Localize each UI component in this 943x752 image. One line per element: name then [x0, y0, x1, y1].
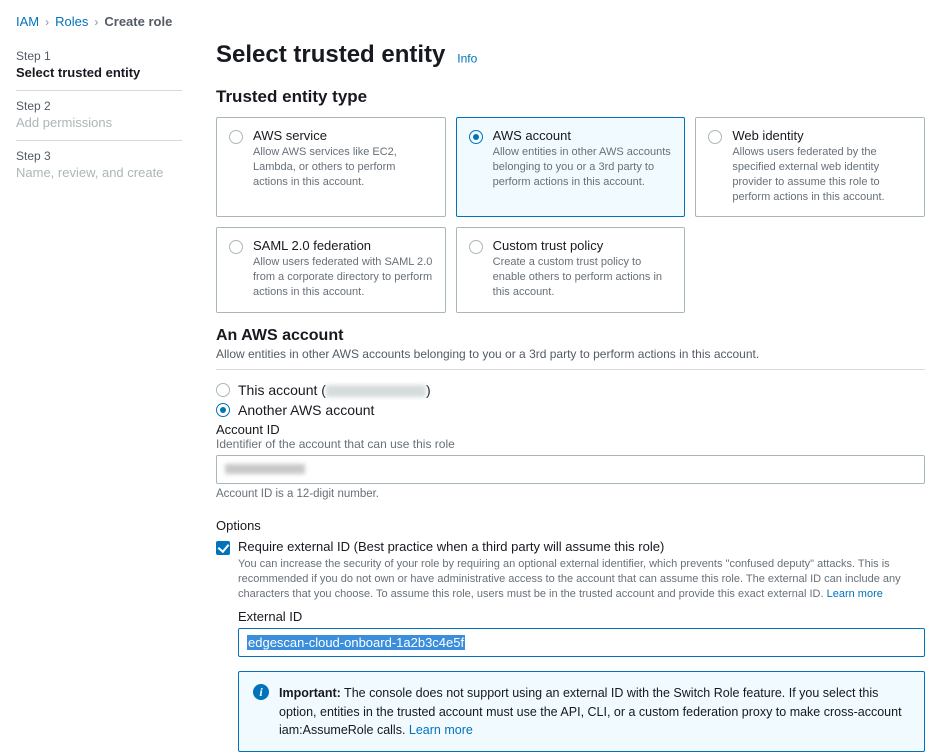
entity-card-title: AWS account: [493, 128, 673, 143]
learn-more-link[interactable]: Learn more: [409, 723, 473, 737]
chevron-right-icon: ›: [45, 15, 49, 29]
radio-this-account[interactable]: This account (): [216, 382, 925, 398]
redacted-input-value: [225, 464, 305, 474]
breadcrumb-current: Create role: [104, 14, 172, 29]
entity-card-desc: Allows users federated by the specified …: [732, 145, 912, 204]
radio-label: Another AWS account: [238, 402, 374, 418]
aws-account-heading: An AWS account: [216, 327, 925, 345]
entity-type-heading: Trusted entity type: [216, 87, 925, 107]
entity-card-title: Custom trust policy: [493, 238, 673, 253]
external-id-label: External ID: [238, 609, 925, 624]
checkbox-label: Require external ID (Best practice when …: [238, 539, 664, 554]
checkbox-icon: [216, 541, 230, 555]
wizard-step-title: Add permissions: [16, 115, 182, 130]
entity-card-desc: Allow users federated with SAML 2.0 from…: [253, 255, 433, 300]
entity-card-desc: Create a custom trust policy to enable o…: [493, 255, 673, 300]
radio-icon: [708, 130, 722, 144]
wizard-step-title: Name, review, and create: [16, 165, 182, 180]
entity-card-aws-service[interactable]: AWS service Allow AWS services like EC2,…: [216, 117, 446, 217]
page-title: Select trusted entity: [216, 41, 445, 69]
radio-icon: [229, 130, 243, 144]
wizard-step-num: Step 1: [16, 49, 182, 63]
aws-account-desc: Allow entities in other AWS accounts bel…: [216, 347, 925, 361]
radio-another-account[interactable]: Another AWS account: [216, 402, 925, 418]
radio-icon: [469, 240, 483, 254]
external-id-input[interactable]: edgescan-cloud-onboard-1a2b3c4e5f: [238, 628, 925, 657]
breadcrumb-roles[interactable]: Roles: [55, 14, 88, 29]
redacted-account-id: [326, 385, 426, 397]
chevron-right-icon: ›: [94, 15, 98, 29]
info-link[interactable]: Info: [457, 51, 477, 65]
radio-icon: [469, 130, 483, 144]
entity-card-title: AWS service: [253, 128, 433, 143]
entity-card-aws-account[interactable]: AWS account Allow entities in other AWS …: [456, 117, 686, 217]
account-id-label: Account ID: [216, 422, 925, 437]
wizard-step-num: Step 2: [16, 99, 182, 113]
info-alert: i Important: The console does not suppor…: [238, 671, 925, 751]
entity-card-custom-trust[interactable]: Custom trust policy Create a custom trus…: [456, 227, 686, 313]
info-alert-text: Important: The console does not support …: [279, 684, 910, 738]
entity-card-web-identity[interactable]: Web identity Allows users federated by t…: [695, 117, 925, 217]
entity-type-cards: AWS service Allow AWS services like EC2,…: [216, 117, 925, 313]
info-icon: i: [253, 684, 269, 700]
breadcrumb: IAM › Roles › Create role: [0, 0, 943, 37]
wizard-steps: Step 1 Select trusted entity Step 2 Add …: [0, 37, 182, 752]
entity-card-saml[interactable]: SAML 2.0 federation Allow users federate…: [216, 227, 446, 313]
main-content: Select trusted entity Info Trusted entit…: [182, 37, 943, 752]
account-id-hint: Identifier of the account that can use t…: [216, 437, 925, 451]
options-heading: Options: [216, 518, 925, 533]
radio-label: This account (): [238, 382, 431, 398]
radio-icon: [216, 383, 230, 397]
entity-card-title: Web identity: [732, 128, 912, 143]
account-id-input[interactable]: [216, 455, 925, 484]
wizard-step-1[interactable]: Step 1 Select trusted entity: [16, 41, 182, 91]
wizard-step-title: Select trusted entity: [16, 65, 182, 80]
checkbox-desc: You can increase the security of your ro…: [238, 557, 925, 602]
wizard-step-num: Step 3: [16, 149, 182, 163]
external-id-value: edgescan-cloud-onboard-1a2b3c4e5f: [247, 635, 465, 650]
wizard-step-2[interactable]: Step 2 Add permissions: [16, 91, 182, 141]
breadcrumb-iam[interactable]: IAM: [16, 14, 39, 29]
learn-more-link[interactable]: Learn more: [827, 588, 883, 600]
entity-card-title: SAML 2.0 federation: [253, 238, 433, 253]
account-id-below-hint: Account ID is a 12-digit number.: [216, 488, 925, 500]
radio-icon: [216, 403, 230, 417]
divider: [216, 369, 925, 370]
entity-card-desc: Allow AWS services like EC2, Lambda, or …: [253, 145, 433, 190]
wizard-step-3[interactable]: Step 3 Name, review, and create: [16, 141, 182, 190]
entity-card-desc: Allow entities in other AWS accounts bel…: [493, 145, 673, 190]
checkbox-require-external-id[interactable]: Require external ID (Best practice when …: [216, 539, 925, 555]
radio-icon: [229, 240, 243, 254]
